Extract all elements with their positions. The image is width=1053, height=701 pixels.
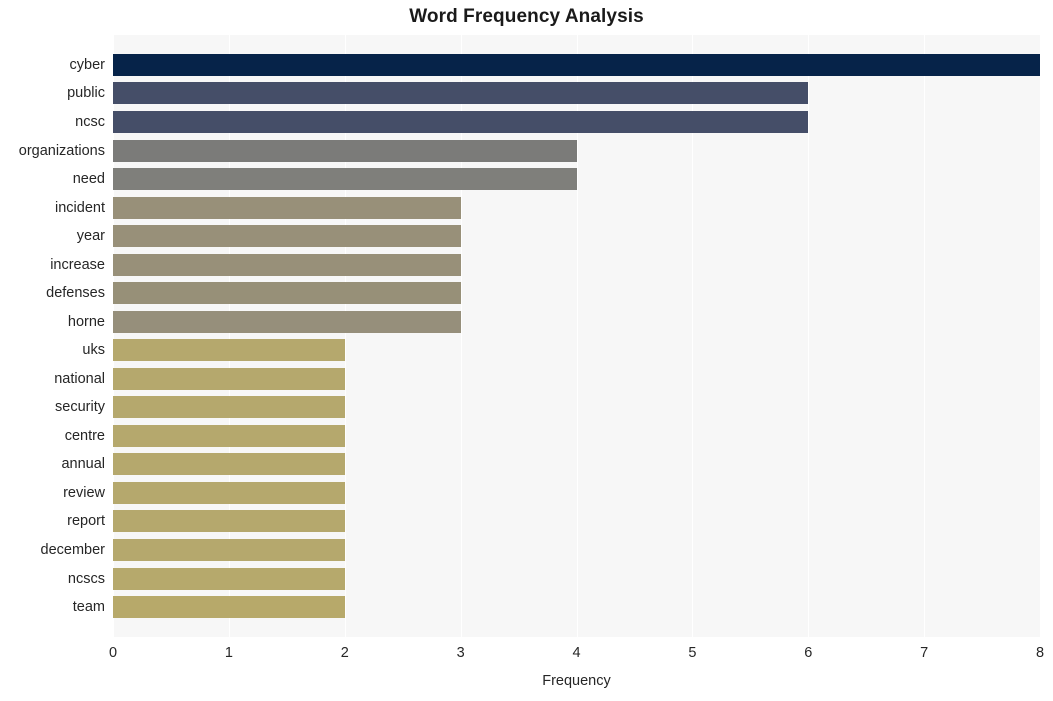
y-tick-label-december: december	[40, 541, 105, 558]
bar-december[interactable]	[113, 538, 345, 561]
y-tick-label-national: national	[54, 370, 105, 387]
y-tick-label-ncscs: ncscs	[67, 570, 105, 587]
bar-need[interactable]	[113, 168, 577, 191]
bar-uks[interactable]	[113, 339, 345, 362]
bar-public[interactable]	[113, 82, 809, 105]
bar-annual[interactable]	[113, 453, 345, 476]
bar-report[interactable]	[113, 510, 345, 533]
word-frequency-chart: Word Frequency Analysis cyber public ncsc o…	[0, 0, 1053, 701]
x-tick-label-3: 3	[456, 645, 465, 661]
x-tick-label-6: 6	[804, 645, 813, 661]
x-axis-tick-labels: 0 1 2 3 4 5 6 7 8	[0, 645, 1053, 667]
bar-security[interactable]	[113, 396, 345, 419]
y-tick-label-report: report	[67, 513, 105, 530]
bar-ncscs[interactable]	[113, 567, 345, 590]
y-tick-label-uks: uks	[82, 342, 105, 359]
bar-national[interactable]	[113, 367, 345, 390]
bar-organizations[interactable]	[113, 139, 577, 162]
bar-review[interactable]	[113, 481, 345, 504]
bar-team[interactable]	[113, 596, 345, 619]
y-tick-label-horne: horne	[67, 313, 105, 330]
bar-year[interactable]	[113, 225, 461, 248]
bar-ncsc[interactable]	[113, 111, 809, 134]
y-tick-label-need: need	[72, 171, 105, 188]
y-axis-tick-labels: cyber public ncsc organizations need incident…	[0, 35, 105, 637]
y-tick-label-increase: increase	[50, 256, 105, 273]
plot-area	[113, 35, 1040, 637]
y-tick-label-annual: annual	[61, 456, 105, 473]
y-tick-label-incident: incident	[55, 199, 105, 216]
y-tick-label-defenses: defenses	[46, 285, 105, 302]
bar-centre[interactable]	[113, 424, 345, 447]
y-tick-label-cyber: cyber	[69, 56, 105, 73]
x-tick-label-4: 4	[572, 645, 581, 661]
x-tick-label-5: 5	[688, 645, 697, 661]
x-tick-label-2: 2	[340, 645, 349, 661]
x-tick-label-8: 8	[1035, 645, 1045, 661]
y-tick-label-ncsc: ncsc	[75, 114, 105, 131]
y-tick-label-security: security	[55, 399, 105, 416]
y-tick-label-public: public	[67, 85, 105, 102]
chart-title: Word Frequency Analysis	[409, 6, 644, 27]
bar-incident[interactable]	[113, 196, 461, 219]
x-axis-title: Frequency	[542, 673, 611, 689]
bar-increase[interactable]	[113, 253, 461, 276]
x-tick-label-1: 1	[224, 645, 233, 661]
y-tick-label-centre: centre	[64, 427, 105, 444]
y-tick-label-review: review	[63, 484, 105, 501]
y-tick-label-organizations: organizations	[18, 142, 105, 159]
y-tick-label-team: team	[72, 599, 105, 616]
bar-defenses[interactable]	[113, 282, 461, 305]
y-tick-label-year: year	[76, 228, 105, 245]
bar-horne[interactable]	[113, 310, 461, 333]
x-tick-label-7: 7	[920, 645, 929, 661]
bar-cyber[interactable]	[113, 53, 1040, 76]
x-tick-label-0: 0	[108, 645, 118, 661]
bars-layer	[113, 35, 1040, 637]
